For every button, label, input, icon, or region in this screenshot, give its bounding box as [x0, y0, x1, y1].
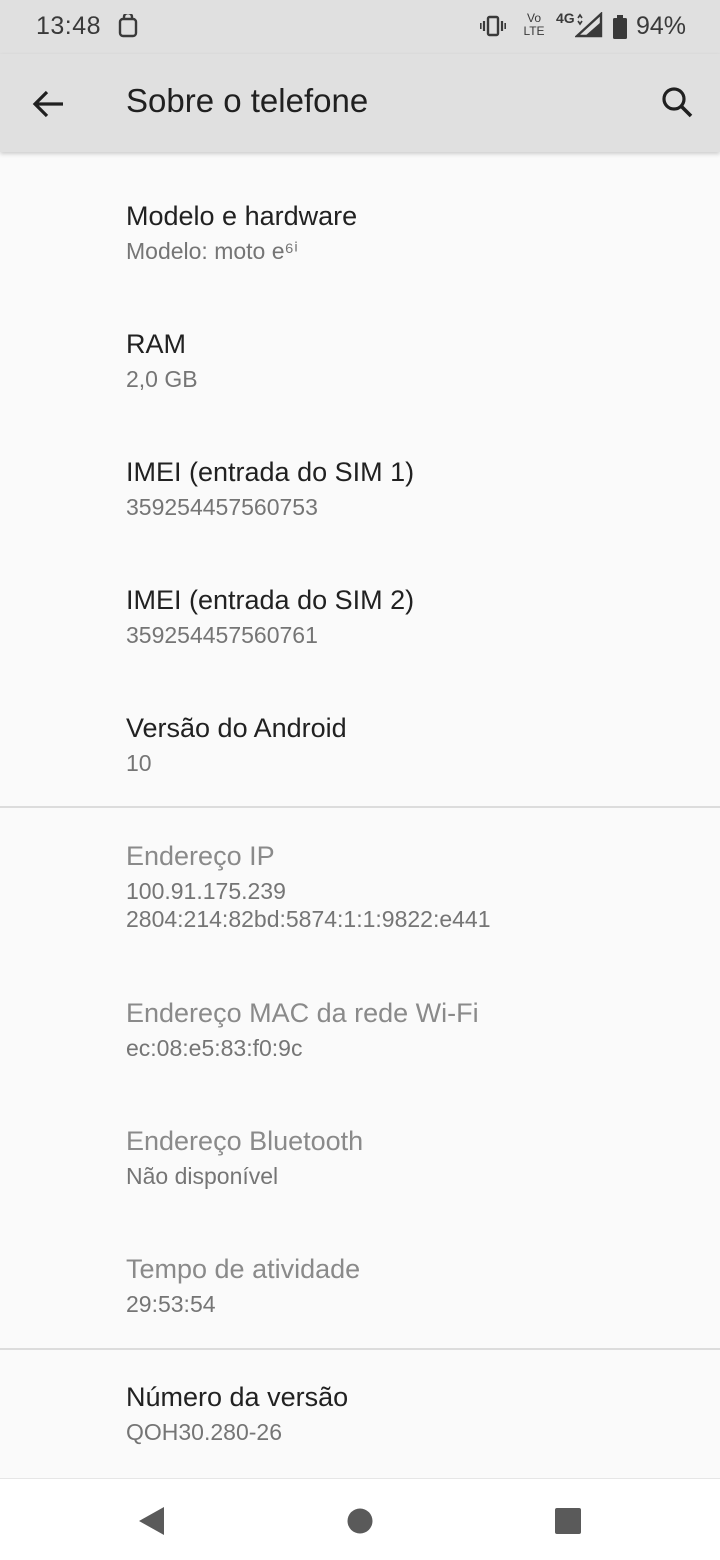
item-summary: 10	[126, 750, 152, 776]
item-summary: Não disponível	[126, 1163, 279, 1189]
toolbar: Sobre o telefone	[0, 54, 720, 152]
page-title: Sobre o telefone	[126, 82, 369, 119]
item-title: RAM	[126, 329, 186, 359]
status-bar: 13:48 Vo LTE 4G 94%	[0, 0, 720, 54]
list-item-model-hardware[interactable]: Modelo e hardware Modelo: moto e⁶ⁱ	[126, 199, 686, 265]
nav-home-icon[interactable]	[340, 1501, 380, 1541]
section-divider	[0, 806, 720, 808]
item-title: Modelo e hardware	[126, 201, 358, 231]
volte-indicator: Vo LTE	[521, 12, 547, 38]
item-title: IMEI (entrada do SIM 1)	[126, 457, 415, 487]
item-title: Endereço IP	[126, 841, 275, 871]
settings-list: Modelo e hardware Modelo: moto e⁶ⁱ RAM 2…	[0, 152, 720, 1478]
list-item-ip-address: Endereço IP 100.91.175.239 2804:214:82bd…	[126, 839, 686, 933]
item-summary: ec:08:e5:83:f0:9c	[126, 1035, 303, 1061]
nav-recents-icon[interactable]	[548, 1501, 588, 1541]
battery-icon	[613, 15, 627, 39]
network-type: 4G	[556, 10, 575, 26]
item-title: Número da versão	[126, 1382, 349, 1412]
battery-percentage: 94%	[636, 12, 687, 40]
item-title: Endereço Bluetooth	[126, 1126, 364, 1156]
list-item-wifi-mac: Endereço MAC da rede Wi-Fi ec:08:e5:83:f…	[126, 996, 686, 1062]
item-summary: QOH30.280-26	[126, 1419, 282, 1445]
item-summary: 359254457560753	[126, 494, 318, 520]
search-icon[interactable]	[653, 78, 703, 128]
item-title: Tempo de atividade	[126, 1254, 361, 1284]
item-summary: 359254457560761	[126, 622, 318, 648]
item-title: IMEI (entrada do SIM 2)	[126, 585, 415, 615]
item-summary: 2,0 GB	[126, 366, 198, 392]
nav-back-icon[interactable]	[132, 1501, 172, 1541]
item-title: Endereço MAC da rede Wi-Fi	[126, 998, 479, 1028]
list-item-uptime: Tempo de atividade 29:53:54	[126, 1252, 686, 1318]
ipv6-address: 2804:214:82bd:5874:1:1:9822:e441	[126, 906, 491, 932]
list-item-bluetooth-address: Endereço Bluetooth Não disponível	[126, 1124, 686, 1190]
list-item-ram[interactable]: RAM 2,0 GB	[126, 327, 686, 393]
item-summary: Modelo: moto e⁶ⁱ	[126, 238, 299, 264]
clipboard-notification-icon	[118, 14, 138, 38]
section-divider	[0, 1348, 720, 1350]
navigation-bar	[0, 1478, 720, 1560]
signal-icon	[575, 12, 603, 38]
arrow-back-icon[interactable]	[24, 79, 74, 129]
item-summary: 29:53:54	[126, 1291, 216, 1317]
list-item-imei-sim1[interactable]: IMEI (entrada do SIM 1) 359254457560753	[126, 455, 686, 521]
item-title: Versão do Android	[126, 713, 347, 743]
list-item-build-number[interactable]: Número da versão QOH30.280-26	[126, 1380, 686, 1446]
list-item-android-version[interactable]: Versão do Android 10	[126, 711, 686, 777]
lte-label: LTE	[523, 24, 545, 38]
ipv4-address: 100.91.175.239	[126, 878, 286, 904]
list-item-imei-sim2[interactable]: IMEI (entrada do SIM 2) 359254457560761	[126, 583, 686, 649]
vibrate-icon	[480, 15, 506, 37]
item-summary: 100.91.175.239 2804:214:82bd:5874:1:1:98…	[126, 877, 686, 933]
status-time: 13:48	[36, 12, 102, 40]
